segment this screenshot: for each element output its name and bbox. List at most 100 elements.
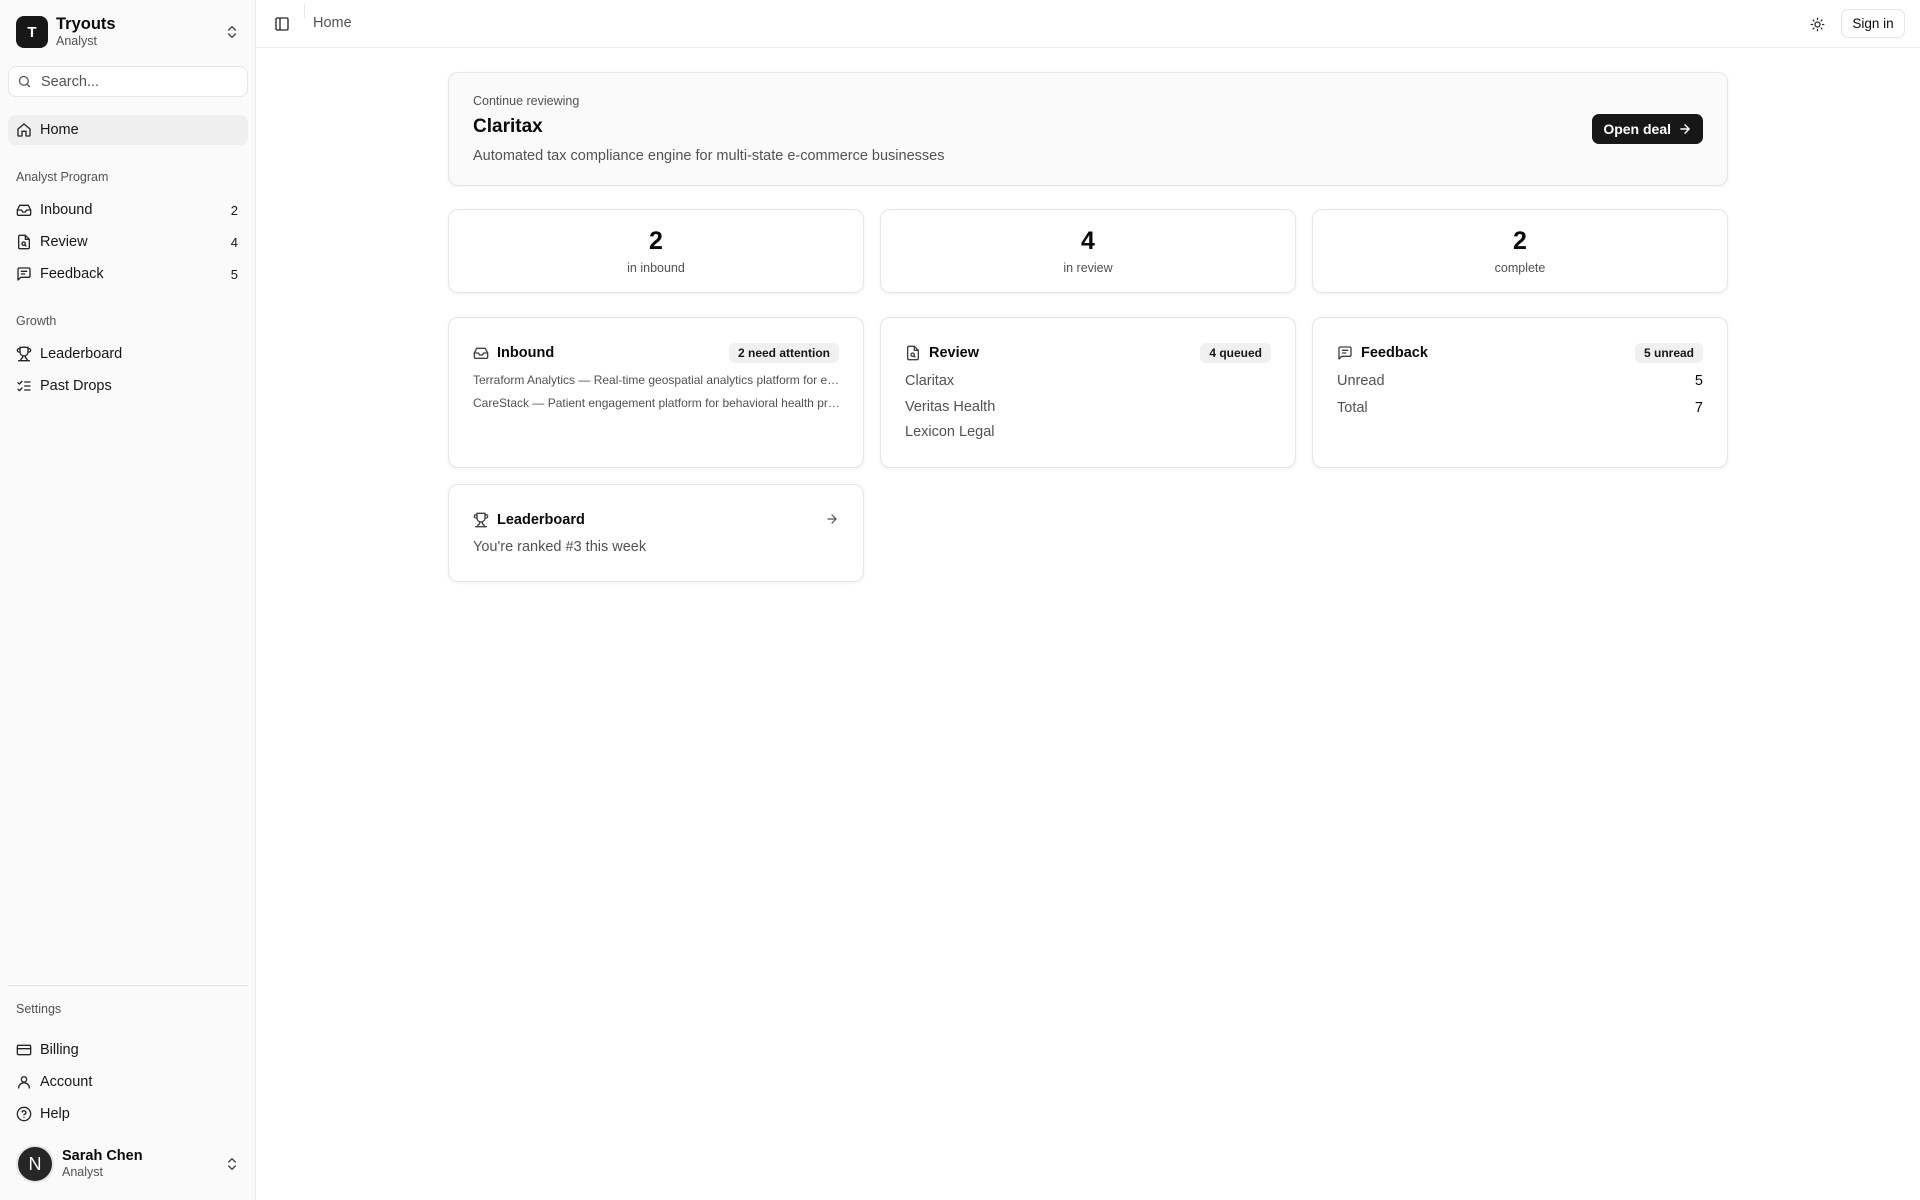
sidebar-item-label: Home bbox=[40, 122, 79, 138]
sidebar-item-label: Billing bbox=[40, 1042, 79, 1058]
inbound-card[interactable]: Inbound 2 need attention Terraform Analy… bbox=[448, 317, 864, 468]
sidebar-item-inbound[interactable]: Inbound 2 bbox=[8, 195, 248, 225]
sidebar-item-count: 2 bbox=[230, 202, 238, 218]
hero-title: Claritax bbox=[473, 116, 543, 137]
message-square-icon bbox=[17, 267, 31, 281]
avatar: N bbox=[16, 1145, 54, 1183]
user-icon bbox=[18, 1076, 30, 1089]
card-title: Leaderboard bbox=[497, 512, 585, 528]
panel-left-icon bbox=[275, 17, 289, 31]
arrow-right-icon bbox=[1680, 124, 1690, 134]
sidebar: T Tryouts Analyst Home Analyst Program I… bbox=[0, 0, 256, 1200]
help-circle-icon bbox=[16, 1106, 32, 1122]
hero-kicker: Continue reviewing bbox=[473, 94, 580, 108]
stat-value: 2 bbox=[1513, 227, 1527, 255]
list-item[interactable]: Terraform Analytics — Real-time geospati… bbox=[473, 373, 841, 387]
team-role: Analyst bbox=[56, 34, 97, 49]
sidebar-item-help[interactable]: Help bbox=[8, 1099, 248, 1129]
continue-reviewing-card: Continue reviewing Claritax Automated ta… bbox=[448, 72, 1728, 186]
card-header: Review 4 queued bbox=[905, 342, 1271, 364]
sidebar-item-past-drops[interactable]: Past Drops bbox=[8, 371, 248, 401]
feedback-row-unread: Unread 5 bbox=[1337, 373, 1703, 389]
group-label-analyst-program: Analyst Program bbox=[16, 170, 109, 184]
status-badge: 2 need attention bbox=[728, 343, 839, 363]
review-card[interactable]: Review 4 queued Claritax Veritas Health … bbox=[880, 317, 1296, 468]
inbox-icon bbox=[473, 347, 489, 359]
list-item[interactable]: Claritax bbox=[905, 373, 954, 389]
team-name: Tryouts bbox=[56, 15, 116, 34]
sun-icon bbox=[1810, 17, 1824, 31]
inbox-icon bbox=[16, 204, 32, 216]
sidebar-item-count: 4 bbox=[230, 234, 238, 250]
hero-description: Automated tax compliance engine for mult… bbox=[473, 148, 945, 164]
breadcrumb[interactable]: Home bbox=[313, 15, 352, 31]
group-label-growth: Growth bbox=[16, 314, 57, 328]
team-switcher[interactable]: T Tryouts Analyst bbox=[8, 10, 248, 54]
sidebar-toggle-button[interactable] bbox=[270, 12, 294, 36]
sidebar-item-review[interactable]: Review 4 bbox=[8, 227, 248, 257]
leaderboard-rank-text: You're ranked #3 this week bbox=[473, 539, 647, 555]
sidebar-divider bbox=[8, 985, 248, 986]
stat-card-inbound: 2 in inbound bbox=[448, 209, 864, 293]
top-bar: Home Sign in bbox=[256, 0, 1920, 48]
sidebar-item-billing[interactable]: Billing bbox=[8, 1035, 248, 1065]
stat-card-complete: 2 complete bbox=[1312, 209, 1728, 293]
sidebar-item-label: Inbound bbox=[40, 202, 93, 218]
row-label: Total bbox=[1337, 400, 1368, 416]
sidebar-item-label: Review bbox=[40, 234, 88, 250]
sidebar-item-home[interactable]: Home bbox=[8, 115, 248, 145]
card-title: Inbound bbox=[497, 345, 555, 361]
message-square-icon bbox=[1338, 346, 1352, 360]
arrow-right-icon bbox=[827, 514, 837, 524]
status-badge: 4 queued bbox=[1200, 343, 1271, 363]
card-title: Feedback bbox=[1361, 345, 1428, 361]
file-search-icon bbox=[907, 345, 919, 361]
list-item[interactable]: CareStack — Patient engagement platform … bbox=[473, 396, 841, 410]
feedback-card[interactable]: Feedback 5 unread Unread 5 Total 7 bbox=[1312, 317, 1728, 468]
card-header: Inbound 2 need attention bbox=[473, 342, 839, 364]
sidebar-item-label: Past Drops bbox=[40, 378, 112, 394]
search-input[interactable] bbox=[41, 73, 231, 90]
team-logo: T bbox=[16, 16, 48, 48]
row-value: 5 bbox=[1694, 373, 1703, 389]
sign-in-button[interactable]: Sign in bbox=[1841, 9, 1905, 38]
search-box[interactable] bbox=[8, 66, 248, 97]
team-info: Tryouts Analyst bbox=[56, 15, 224, 48]
chevrons-up-down-icon bbox=[228, 26, 236, 38]
list-item[interactable]: Veritas Health bbox=[905, 399, 995, 415]
trophy-icon bbox=[473, 512, 489, 528]
sidebar-item-leaderboard[interactable]: Leaderboard bbox=[8, 339, 248, 369]
user-role: Analyst bbox=[62, 1165, 103, 1180]
sidebar-item-account[interactable]: Account bbox=[8, 1067, 248, 1097]
open-deal-label: Open deal bbox=[1603, 121, 1671, 137]
stat-value: 4 bbox=[1081, 227, 1095, 255]
theme-toggle-button[interactable] bbox=[1805, 12, 1829, 36]
row-value: 7 bbox=[1694, 400, 1703, 416]
sidebar-item-count: 5 bbox=[230, 266, 238, 282]
feedback-row-total: Total 7 bbox=[1337, 400, 1703, 416]
chevrons-up-down-icon bbox=[228, 1158, 236, 1170]
card-header: Feedback 5 unread bbox=[1337, 342, 1703, 364]
sidebar-item-label: Leaderboard bbox=[40, 346, 123, 362]
stat-label: in inbound bbox=[627, 261, 685, 275]
open-deal-button[interactable]: Open deal bbox=[1592, 114, 1703, 144]
status-badge: 5 unread bbox=[1634, 343, 1703, 363]
file-search-icon bbox=[18, 234, 30, 250]
leaderboard-card[interactable]: Leaderboard You're ranked #3 this week bbox=[448, 484, 864, 582]
user-info: Sarah Chen Analyst bbox=[62, 1148, 224, 1180]
sidebar-item-label: Help bbox=[40, 1106, 70, 1122]
stat-label: complete bbox=[1494, 261, 1546, 275]
user-menu[interactable]: N Sarah Chen Analyst bbox=[8, 1142, 248, 1186]
user-name: Sarah Chen bbox=[62, 1147, 143, 1164]
list-item[interactable]: Lexicon Legal bbox=[905, 424, 995, 440]
sidebar-item-feedback[interactable]: Feedback 5 bbox=[8, 259, 248, 289]
search-icon bbox=[18, 75, 31, 88]
row-label: Unread bbox=[1337, 373, 1385, 389]
card-title: Review bbox=[929, 345, 979, 361]
stat-label: in review bbox=[1063, 261, 1113, 275]
credit-card-icon bbox=[16, 1044, 32, 1056]
trophy-icon bbox=[16, 346, 32, 362]
home-icon bbox=[17, 123, 31, 137]
stat-card-review: 4 in review bbox=[880, 209, 1296, 293]
sidebar-item-label: Account bbox=[40, 1074, 93, 1090]
